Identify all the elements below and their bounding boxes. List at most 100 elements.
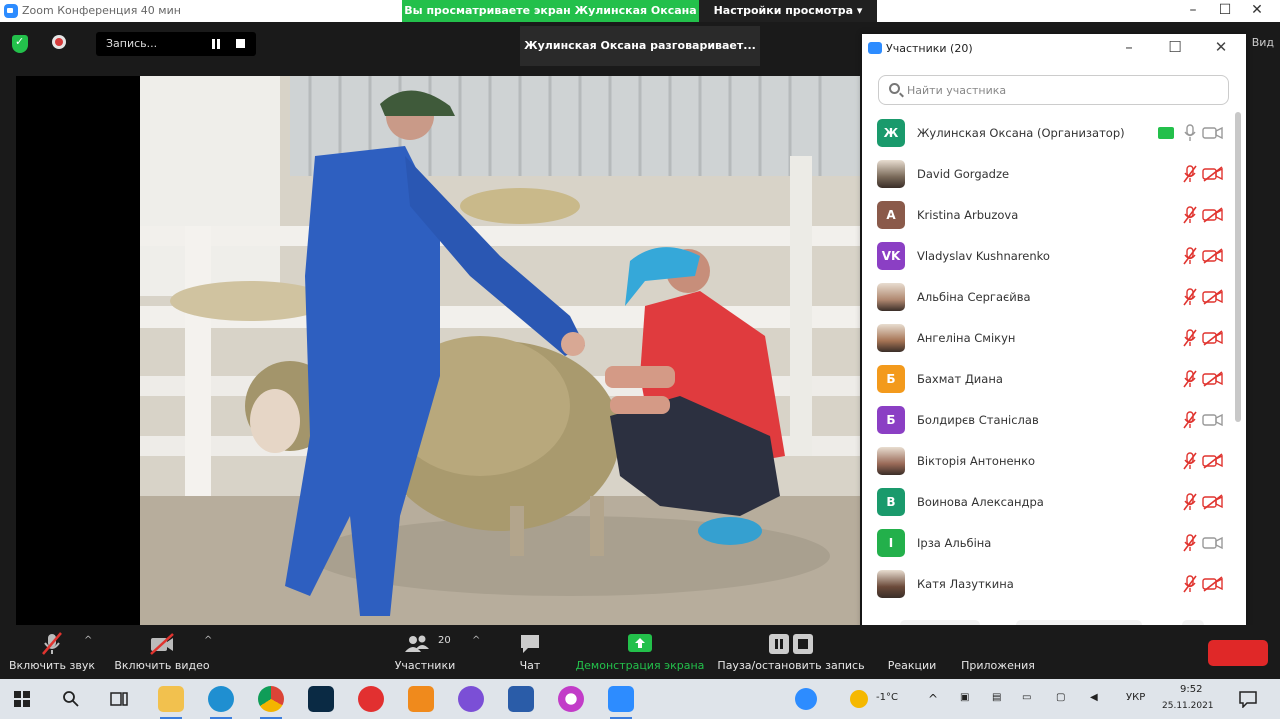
security-shield-icon[interactable] — [12, 35, 28, 53]
audio-button[interactable]: Включить звук — [4, 625, 100, 678]
pause-recording-icon[interactable] — [212, 39, 220, 49]
word-icon[interactable] — [508, 686, 534, 712]
taskbar-search-icon[interactable] — [62, 690, 80, 708]
participant-name: Воинова Александра — [917, 495, 1044, 509]
participant-avatar: Ж — [877, 119, 905, 147]
participant-search-input[interactable] — [907, 81, 1217, 99]
participant-row[interactable]: В Воинова Александра — [862, 482, 1234, 523]
viber-icon[interactable] — [458, 686, 484, 712]
pause-recording-label: Пауза/остановить запись — [717, 659, 865, 672]
pause-recording-button[interactable]: Пауза/остановить запись — [716, 625, 866, 678]
panel-minimize-button[interactable]: – — [1116, 38, 1142, 56]
chat-button[interactable]: Чат — [506, 625, 554, 678]
window-title: Zoom Конференция 40 мин — [22, 4, 181, 17]
participants-options-chevron-icon[interactable]: ^ — [472, 635, 480, 646]
muted-mic-icon — [1183, 534, 1197, 552]
clock-date[interactable]: 25.11.2021 — [1162, 701, 1214, 711]
video-button[interactable]: Включить видео — [110, 625, 214, 678]
participant-row[interactable]: Ангеліна Смікун — [862, 318, 1234, 359]
participants-button[interactable]: 20 Участники — [390, 625, 460, 678]
help-tray-icon[interactable] — [795, 688, 817, 710]
video-off-icon — [150, 633, 174, 655]
zoom-app-icon — [4, 4, 18, 18]
participant-row[interactable]: Б Бахмат Диана — [862, 359, 1234, 400]
video-icon — [1202, 126, 1223, 140]
muted-mic-icon — [1183, 452, 1197, 470]
weather-temperature: -1°C — [876, 692, 898, 703]
participant-row[interactable]: Катя Лазуткина — [862, 564, 1234, 605]
zoom-taskbar-icon[interactable] — [608, 686, 634, 719]
volume-icon[interactable]: ◀ — [1090, 692, 1098, 703]
participant-row[interactable]: VK Vladyslav Kushnarenko — [862, 236, 1234, 277]
store-icon[interactable] — [408, 686, 434, 712]
windows-taskbar: -1°C ^ ▣ ▤ ▭ ▢ ◀ УКР 9:52 25.11.2021 — [0, 679, 1280, 719]
tray-chevron-icon[interactable]: ^ — [928, 692, 938, 706]
minimize-button[interactable]: – — [1178, 2, 1208, 18]
audio-button-label: Включить звук — [8, 659, 95, 672]
recording-indicator-icon — [52, 35, 66, 49]
video-off-icon — [1202, 453, 1223, 469]
tray-app-icon[interactable]: ▣ — [960, 692, 969, 703]
clock-time[interactable]: 9:52 — [1180, 684, 1202, 695]
participants-count: 20 — [438, 635, 451, 646]
notifications-icon[interactable] — [1238, 690, 1258, 708]
apps-button[interactable]: Приложения — [950, 625, 1046, 678]
tray-display-icon[interactable]: ▤ — [992, 692, 1001, 703]
battery-icon[interactable]: ▭ — [1022, 692, 1031, 703]
video-options-chevron-icon[interactable]: ^ — [204, 635, 212, 646]
stop-recording-icon[interactable] — [236, 39, 245, 48]
participant-row[interactable]: David Gorgadze — [862, 154, 1234, 195]
participants-panel-title: Участники (20) — [886, 42, 973, 55]
shared-screen — [16, 76, 860, 625]
participant-avatar — [877, 570, 905, 598]
yandex-browser-icon[interactable] — [358, 686, 384, 712]
network-icon[interactable]: ▢ — [1056, 692, 1065, 703]
share-screen-button[interactable]: Демонстрация экрана — [574, 625, 706, 678]
participant-avatar — [877, 447, 905, 475]
opera-icon[interactable] — [558, 686, 584, 712]
panel-popout-button[interactable]: ☐ — [1162, 38, 1188, 56]
audio-options-chevron-icon[interactable]: ^ — [84, 635, 92, 646]
participant-avatar: В — [877, 488, 905, 516]
muted-mic-icon — [1183, 329, 1197, 347]
chrome-browser-icon[interactable] — [258, 686, 284, 719]
reactions-button[interactable]: Реакции — [880, 625, 944, 678]
muted-mic-icon — [42, 632, 62, 655]
participant-search[interactable] — [878, 75, 1229, 105]
participant-row[interactable]: Ж Жулинская Оксана (Организатор) — [862, 113, 1234, 154]
participant-name: David Gorgadze — [917, 167, 1010, 181]
participant-row[interactable]: І Ірза Альбіна — [862, 523, 1234, 564]
participant-avatar: Б — [877, 365, 905, 393]
share-screen-label: Демонстрация экрана — [575, 659, 705, 672]
file-explorer-icon[interactable] — [158, 686, 184, 719]
video-off-icon — [1202, 248, 1223, 264]
video-off-icon — [1202, 166, 1223, 182]
video-button-label: Включить видео — [114, 659, 210, 672]
participant-name: Vladyslav Kushnarenko — [917, 249, 1050, 263]
search-icon — [889, 83, 900, 94]
participant-list-scrollbar[interactable] — [1235, 112, 1241, 422]
participant-row[interactable]: Вікторія Антоненко — [862, 441, 1234, 482]
zoom-panel-icon — [868, 42, 882, 54]
maximize-button[interactable]: ☐ — [1210, 2, 1240, 18]
apps-label: Приложения — [961, 659, 1035, 672]
photoshop-icon[interactable] — [308, 686, 334, 712]
participant-row[interactable]: Б Болдирєв Станіслав — [862, 400, 1234, 441]
view-button[interactable]: Вид — [1252, 36, 1274, 49]
input-language[interactable]: УКР — [1126, 692, 1145, 703]
participant-row[interactable]: A Kristina Arbuzova — [862, 195, 1234, 236]
participant-name: Ангеліна Смікун — [917, 331, 1016, 345]
view-settings-dropdown[interactable]: Настройки просмотра ▾ — [699, 0, 877, 22]
video-off-icon — [1202, 330, 1223, 346]
participant-avatar: І — [877, 529, 905, 557]
edge-browser-icon[interactable] — [208, 686, 234, 719]
close-button[interactable]: ✕ — [1242, 2, 1272, 18]
participant-row[interactable]: Альбіна Сергаєйва — [862, 277, 1234, 318]
panel-close-button[interactable]: ✕ — [1208, 38, 1234, 56]
end-meeting-button[interactable] — [1208, 640, 1268, 666]
participant-name: Kristina Arbuzova — [917, 208, 1019, 222]
participant-avatar: A — [877, 201, 905, 229]
participant-name: Жулинская Оксана (Организатор) — [917, 126, 1125, 140]
windows-start-icon[interactable] — [14, 691, 30, 707]
task-view-icon[interactable] — [110, 691, 128, 707]
